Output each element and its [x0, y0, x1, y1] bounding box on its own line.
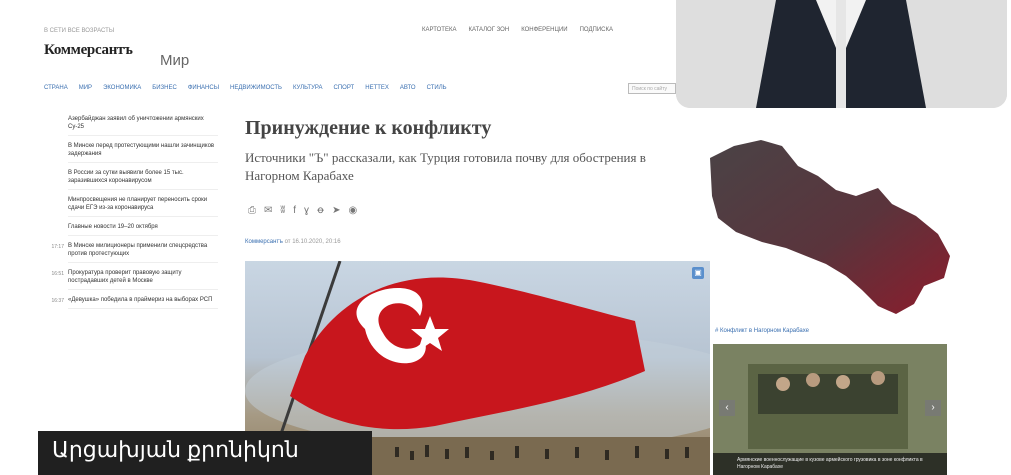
news-text[interactable]: В России за сутки выявили более 15 тыс. …: [68, 169, 218, 190]
byline-source[interactable]: Коммерсантъ: [245, 239, 283, 245]
ok-icon[interactable]: ꝋ: [317, 205, 324, 216]
nav-item[interactable]: НЕТТЕХ: [365, 85, 389, 91]
nav-item[interactable]: БИЗНЕС: [152, 85, 177, 91]
nav-item[interactable]: АВТО: [400, 85, 416, 91]
facebook-icon[interactable]: f: [293, 205, 296, 216]
chronicle-banner: Արցախյան քրոնիկոն: [38, 431, 372, 475]
top-link[interactable]: КАТАЛОГ ЗОН: [468, 27, 509, 33]
map-caption[interactable]: # Конфликт в Нагорном Карабахе: [715, 328, 809, 334]
gallery-icon[interactable]: ▣: [692, 267, 704, 279]
news-feed: Азербайджан заявил об уничтожении армянс…: [44, 115, 220, 315]
news-time: [44, 115, 68, 136]
news-time: [44, 142, 68, 163]
news-item[interactable]: В России за сутки выявили более 15 тыс. …: [44, 169, 220, 190]
news-item[interactable]: Главные новости 19–20 октября: [44, 223, 220, 236]
gallery-caption: Армянские военнослужащие в кузове армейс…: [713, 453, 947, 475]
twitter-icon[interactable]: ɣ: [304, 205, 309, 216]
top-links: КАРТОТЕКА КАТАЛОГ ЗОН КОНФЕРЕНЦИИ ПОДПИС…: [422, 27, 613, 33]
nav-item[interactable]: ФИНАНСЫ: [188, 85, 219, 91]
share-bar: ⎙ ✉ ʬ f ɣ ꝋ ➤ ◉: [248, 205, 357, 216]
search-input[interactable]: Поиск по сайту: [628, 83, 676, 94]
top-link[interactable]: ПОДПИСКА: [580, 27, 613, 33]
article-subtitle: Источники "Ъ" рассказали, как Турция гот…: [245, 150, 646, 183]
print-icon[interactable]: ⎙: [248, 205, 256, 216]
section-title[interactable]: Мир: [160, 52, 189, 69]
nav-item[interactable]: НЕДВИЖИМОСТЬ: [230, 85, 282, 91]
news-text[interactable]: В Минске милиционеры применили спецсредс…: [68, 242, 218, 263]
video-thumbnail[interactable]: [676, 0, 1007, 108]
news-item[interactable]: 17:17 В Минске милиционеры применили спе…: [44, 242, 220, 263]
karabakh-map: [710, 140, 950, 314]
byline-date: от 16.10.2020, 20:16: [284, 239, 341, 245]
main-nav: СТРАНА МИР ЭКОНОМИКА БИЗНЕС ФИНАНСЫ НЕДВ…: [44, 85, 447, 91]
news-text[interactable]: Прокуратура проверит правовую защиту пос…: [68, 269, 218, 290]
site-logo[interactable]: Коммерсантъ: [44, 42, 133, 59]
news-text[interactable]: Минпросвещения не планирует переносить с…: [68, 196, 218, 217]
news-text[interactable]: Азербайджан заявил об уничтожении армянс…: [68, 115, 218, 136]
news-time: [44, 223, 68, 236]
news-item[interactable]: Минпросвещения не планирует переносить с…: [44, 196, 220, 217]
article-title: Принуждение к конфликту: [245, 117, 492, 139]
news-item[interactable]: 16:37 «Девушка» победила в праймериз на …: [44, 296, 220, 309]
nav-item[interactable]: КУЛЬТУРА: [293, 85, 323, 91]
news-item[interactable]: 16:51 Прокуратура проверит правовую защи…: [44, 269, 220, 290]
news-item[interactable]: В Минске перед протестующими нашли зачин…: [44, 142, 220, 163]
news-text[interactable]: В Минске перед протестующими нашли зачин…: [68, 142, 218, 163]
whatsapp-icon[interactable]: ◉: [348, 205, 357, 216]
news-time: [44, 169, 68, 190]
telegram-icon[interactable]: ➤: [332, 205, 340, 216]
header-topline: В СЕТИ ВСЕ ВОЗРАСТЫ: [44, 28, 115, 34]
nav-item[interactable]: СТРАНА: [44, 85, 68, 91]
vk-icon[interactable]: ʬ: [280, 205, 285, 216]
nav-item[interactable]: СТИЛЬ: [427, 85, 447, 91]
nav-item[interactable]: ЭКОНОМИКА: [103, 85, 141, 91]
map-graphic[interactable]: [706, 136, 952, 320]
article-byline: Коммерсантъ от 16.10.2020, 20:16: [245, 239, 341, 245]
top-link[interactable]: КАРТОТЕКА: [422, 27, 456, 33]
top-link[interactable]: КОНФЕРЕНЦИИ: [521, 27, 567, 33]
news-time: 16:37: [51, 298, 64, 304]
nav-item[interactable]: СПОРТ: [334, 85, 355, 91]
news-time: 16:51: [51, 271, 64, 277]
news-time: [44, 196, 68, 217]
presenter-image: [676, 0, 1007, 108]
comment-icon[interactable]: ✉: [264, 205, 272, 216]
gallery-next-icon[interactable]: ›: [925, 400, 941, 416]
photo-gallery[interactable]: ‹ › Армянские военнослужащие в кузове ар…: [713, 344, 947, 475]
gallery-prev-icon[interactable]: ‹: [719, 400, 735, 416]
news-text[interactable]: Главные новости 19–20 октября: [68, 223, 218, 236]
news-time: 17:17: [51, 244, 64, 250]
news-text[interactable]: «Девушка» победила в праймериз на выбора…: [68, 296, 218, 309]
nav-item[interactable]: МИР: [79, 85, 92, 91]
news-item[interactable]: Азербайджан заявил об уничтожении армянс…: [44, 115, 220, 136]
